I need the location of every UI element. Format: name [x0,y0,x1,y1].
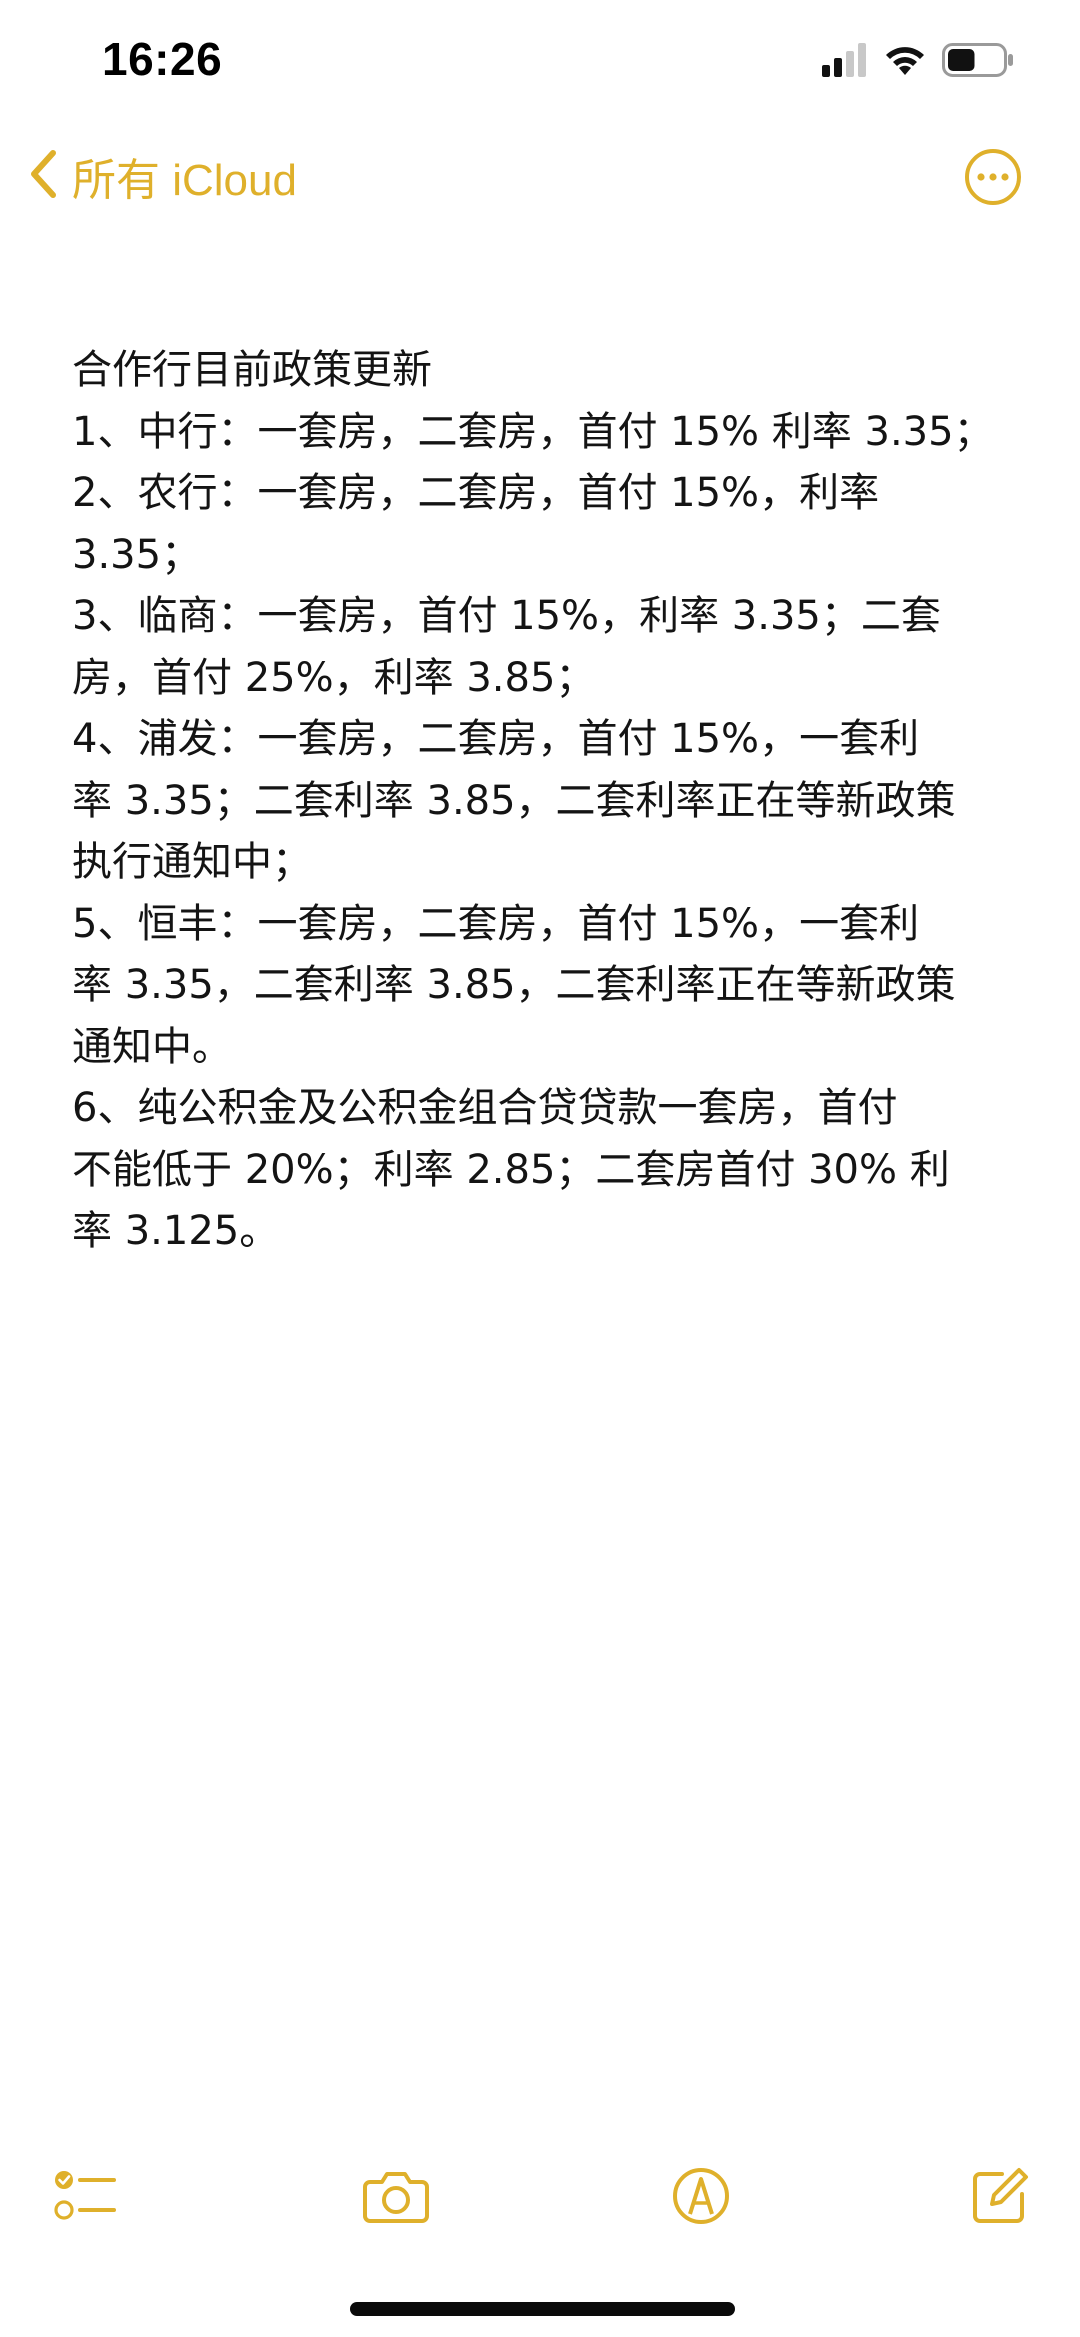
note-line: 执行通知中； [72,839,312,885]
ellipsis-circle-icon [964,149,1022,210]
checklist-icon [54,2166,118,2230]
note-line: 6、纯公积金及公积金组合贷贷款一套房，首付 [72,1085,898,1131]
markup-pen-icon [671,2166,731,2230]
note-line: 4、浦发：一套房，二套房，首付 15%，一套利 [72,716,920,762]
note-line: 3、临商：一套房，首付 15%，利率 3.35；二套 [72,593,941,639]
note-line: 房，首付 25%，利率 3.85； [72,654,596,701]
chevron-left-icon [28,149,58,203]
nav-bar: 所有 iCloud [0,130,1080,220]
compose-button[interactable] [960,2158,1040,2238]
note-line: 不能低于 20%；利率 2.85；二套房首付 30% 利 [72,1146,950,1193]
note-body[interactable]: 合作行目前政策更新 1、中行：一套房，二套房，首付 15% 利率 3.35； 2、农… [72,340,1012,1263]
note-line: 合作行目前政策更新 [72,347,432,393]
status-icons [822,43,1014,81]
checklist-button[interactable] [46,2158,126,2238]
home-indicator [350,2302,735,2316]
note-line: 率 3.35，二套利率 3.85，二套利率正在等新政策 [72,962,956,1008]
status-time: 16:26 [102,33,223,85]
markup-button[interactable] [661,2158,741,2238]
note-line: 2、农行：一套房，二套房，首付 15%，利率 [72,470,880,516]
cellular-signal-icon [822,43,868,81]
battery-icon [942,43,1014,81]
note-line: 3.35； [72,531,202,578]
camera-icon [362,2168,430,2228]
camera-button[interactable] [356,2158,436,2238]
wifi-icon [882,43,928,81]
note-line: 1、中行：一套房，二套房，首付 15% 利率 3.35； [72,408,994,455]
bottom-toolbar [0,2158,1080,2238]
note-line: 5、恒丰：一套房，二套房，首付 15%，一套利 [72,900,920,947]
note-line: 率 3.125。 [72,1208,280,1254]
compose-icon [970,2166,1030,2230]
back-label: 所有 iCloud [72,156,297,205]
status-bar: 16:26 [0,0,1080,120]
note-line: 通知中。 [72,1023,232,1070]
back-button[interactable]: 所有 iCloud [28,148,297,205]
note-line: 率 3.35；二套利率 3.85，二套利率正在等新政策 [72,777,956,824]
more-button[interactable] [964,148,1022,206]
